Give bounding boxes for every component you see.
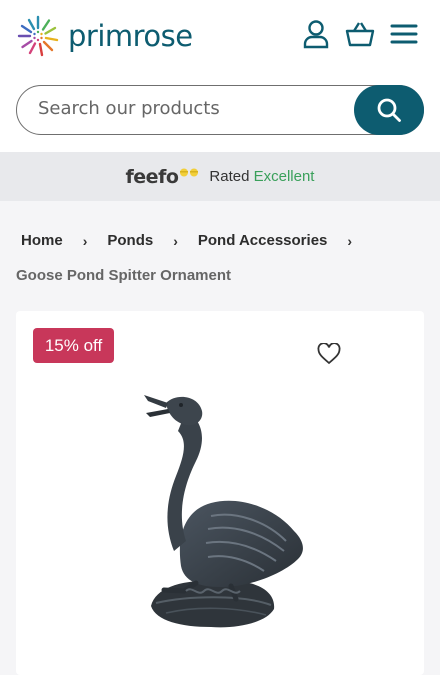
breadcrumb-home[interactable]: Home (21, 232, 63, 249)
breadcrumb: Home › Ponds › Pond Accessories › (21, 232, 372, 249)
feefo-eyes-icon (180, 168, 199, 176)
logo-text: primrose (68, 19, 193, 53)
chevron-right-icon: › (173, 232, 178, 249)
menu-icon[interactable] (388, 18, 420, 50)
search-button[interactable] (354, 85, 424, 135)
basket-icon[interactable] (344, 18, 376, 50)
breadcrumb-ponds[interactable]: Ponds (107, 232, 153, 249)
product-image-card: 15% off (16, 311, 424, 675)
breadcrumb-pond-accessories[interactable]: Pond Accessories (198, 232, 328, 249)
site-header: primrose (0, 0, 440, 76)
search-icon (377, 98, 401, 122)
feefo-logo: feefo (126, 166, 200, 188)
rating-value: Excellent (253, 168, 315, 185)
account-icon[interactable] (300, 18, 332, 50)
logo[interactable]: primrose (16, 14, 193, 58)
feefo-rated-text: Rated Excellent (209, 168, 314, 185)
discount-badge: 15% off (33, 328, 114, 363)
goose-ornament-image (144, 395, 303, 628)
rated-label: Rated (209, 168, 250, 185)
search-bar (16, 85, 424, 135)
feefo-rating-bar[interactable]: feefo Rated Excellent (0, 152, 440, 201)
primrose-logo-icon (17, 15, 59, 57)
feefo-logo-text: feefo (125, 165, 179, 188)
product-title: Goose Pond Spitter Ornament (16, 267, 232, 284)
heart-icon[interactable] (317, 343, 341, 365)
chevron-right-icon: › (82, 232, 88, 249)
chevron-right-icon: › (347, 232, 353, 249)
search-input[interactable] (38, 98, 348, 119)
